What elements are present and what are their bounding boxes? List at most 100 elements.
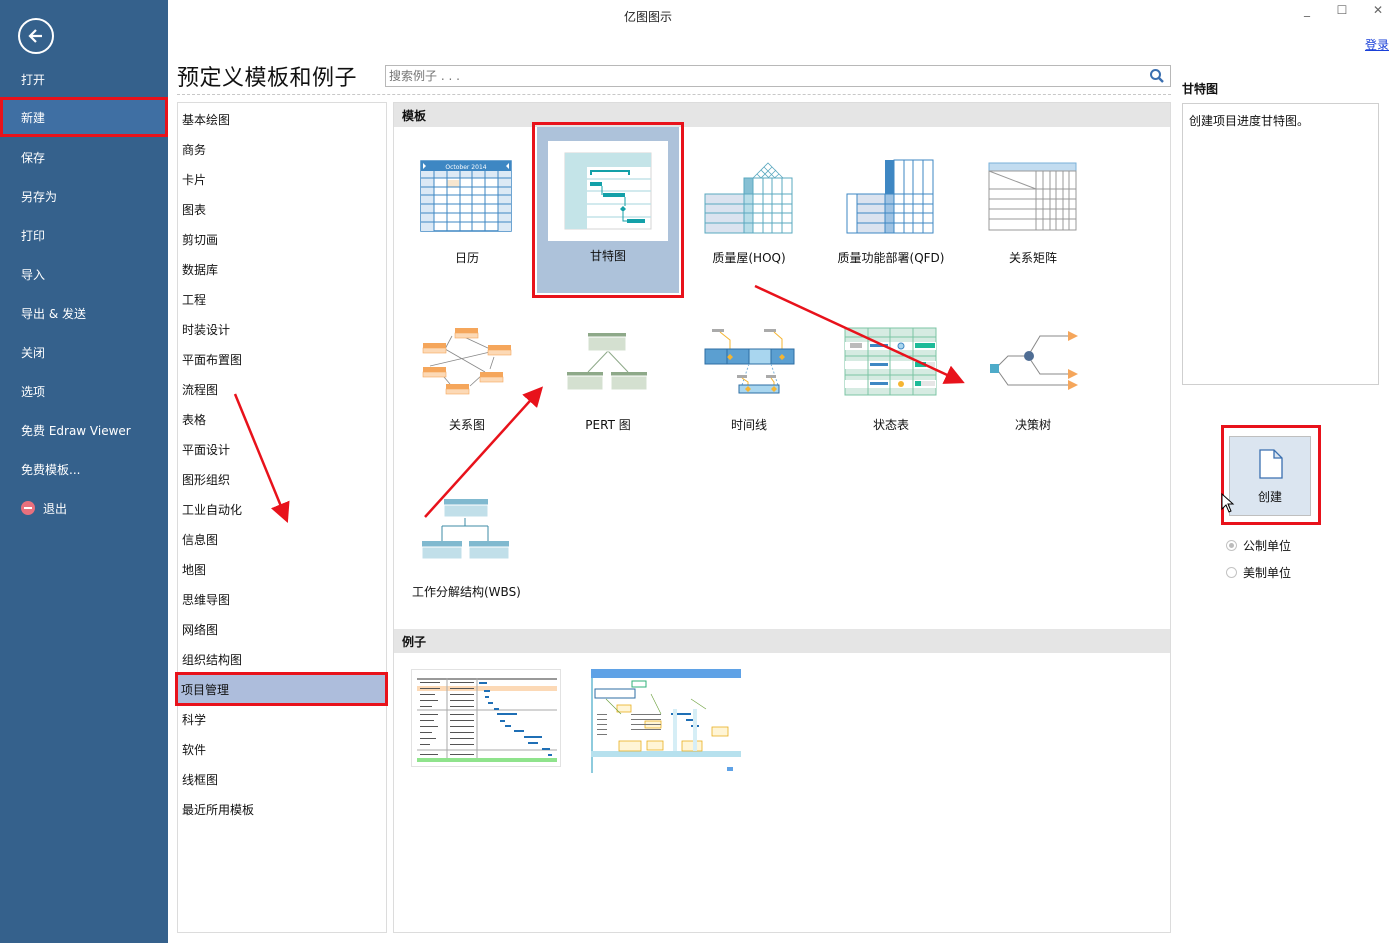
category-item[interactable]: 剪切画 [178, 224, 386, 254]
nav-item-save[interactable]: 保存 [0, 137, 168, 177]
category-item[interactable]: 软件 [178, 734, 386, 764]
template-pert[interactable]: PERT 图 [537, 294, 679, 458]
nav-item-options[interactable]: 选项 [0, 371, 168, 411]
category-list: 基本绘图商务卡片图表剪切画数据库工程时装设计平面布置图流程图表格平面设计图形组织… [175, 102, 388, 933]
login-link[interactable]: 登录 [1365, 36, 1389, 53]
category-item[interactable]: 流程图 [178, 374, 386, 404]
us-units-radio[interactable]: 美制单位 [1226, 564, 1291, 581]
category-label: 工业自动化 [182, 502, 243, 517]
category-item[interactable]: 基本绘图 [178, 104, 386, 134]
nav-item-close[interactable]: 关闭 [0, 332, 168, 372]
category-item[interactable]: 图表 [178, 194, 386, 224]
back-arrow-icon [28, 29, 42, 43]
category-item[interactable]: 图形组织 [178, 464, 386, 494]
template-label: 决策树 [1014, 418, 1051, 432]
nav-item-free-templates[interactable]: 免费模板... [0, 449, 168, 489]
category-label: 剪切画 [182, 232, 219, 247]
maximize-button[interactable]: ☐ [1332, 3, 1352, 21]
template-relation-matrix[interactable]: 关系矩阵 [962, 127, 1104, 291]
category-item[interactable]: 工程 [178, 284, 386, 314]
category-item[interactable]: 科学 [178, 704, 386, 734]
category-item[interactable]: 项目管理 [175, 672, 388, 706]
nav-item-exit[interactable]: 退出 [0, 488, 168, 528]
close-icon: ✕ [1372, 3, 1384, 17]
category-label: 工程 [182, 292, 207, 307]
nav-item-label: 关闭 [21, 345, 46, 360]
category-label: 流程图 [182, 382, 219, 397]
category-item[interactable]: 地图 [178, 554, 386, 584]
category-item[interactable]: 表格 [178, 404, 386, 434]
category-item[interactable]: 商务 [178, 134, 386, 164]
back-button[interactable] [18, 18, 54, 54]
category-label: 平面设计 [182, 442, 231, 457]
nav-item-import[interactable]: 导入 [0, 254, 168, 294]
template-relation-diagram[interactable]: 关系图 [396, 294, 538, 458]
app-window: 打开 新建 保存 另存为 打印 导入 导出 & 发送 关闭 选项 免费 Edra… [0, 0, 1396, 943]
nav-item-open[interactable]: 打开 [0, 59, 168, 99]
template-panel: 模板 October 2014 日历 甘特图 质量屋(HOQ) 质量功能部署(Q… [393, 102, 1171, 933]
template-label: 关系图 [448, 418, 485, 432]
radio-dot [1226, 567, 1237, 578]
pert-thumbnail [537, 314, 679, 414]
template-timeline[interactable]: 时间线 [678, 294, 820, 458]
close-button[interactable]: ✕ [1368, 3, 1388, 21]
template-gantt[interactable]: 甘特图 [532, 122, 684, 298]
category-item[interactable]: 平面设计 [178, 434, 386, 464]
category-item[interactable]: 平面布置图 [178, 344, 386, 374]
nav-item-free-viewer[interactable]: 免费 Edraw Viewer [0, 410, 168, 450]
create-button[interactable]: 创建 [1229, 436, 1311, 516]
category-label: 时装设计 [182, 322, 231, 337]
template-decision-tree[interactable]: 决策树 [962, 294, 1104, 458]
nav-item-label: 新建 [21, 110, 46, 125]
category-item[interactable]: 网络图 [178, 614, 386, 644]
search-icon[interactable] [1149, 68, 1165, 84]
status-table-thumbnail [820, 314, 962, 414]
category-item[interactable]: 卡片 [178, 164, 386, 194]
template-label: 甘特图 [589, 249, 626, 263]
nav-item-label: 保存 [21, 150, 46, 165]
category-item[interactable]: 数据库 [178, 254, 386, 284]
category-label: 项目管理 [181, 682, 230, 697]
metric-units-radio[interactable]: 公制单位 [1226, 537, 1291, 554]
category-label: 最近所用模板 [182, 802, 255, 817]
nav-item-label: 导出 & 发送 [21, 306, 86, 321]
header-divider [177, 94, 1171, 95]
decision-tree-thumbnail [962, 314, 1104, 414]
example-gantt[interactable] [411, 669, 561, 767]
category-label: 科学 [182, 712, 207, 727]
category-item[interactable]: 组织结构图 [178, 644, 386, 674]
nav-item-label: 免费 Edraw Viewer [21, 423, 131, 438]
template-label: 关系矩阵 [1008, 251, 1057, 265]
maximize-icon: ☐ [1336, 3, 1348, 17]
template-wbs[interactable]: 工作分解结构(WBS) [396, 461, 538, 625]
nav-item-print[interactable]: 打印 [0, 215, 168, 255]
template-qfd[interactable]: 质量功能部署(QFD) [820, 127, 962, 291]
category-item[interactable]: 信息图 [178, 524, 386, 554]
nav-item-label: 打印 [21, 228, 46, 243]
template-hoq[interactable]: 质量屋(HOQ) [678, 127, 820, 291]
category-item[interactable]: 思维导图 [178, 584, 386, 614]
nav-item-save-as[interactable]: 另存为 [0, 176, 168, 216]
category-label: 商务 [182, 142, 207, 157]
nav-item-export-send[interactable]: 导出 & 发送 [0, 293, 168, 333]
category-label: 表格 [182, 412, 207, 427]
search-input[interactable] [386, 66, 1126, 86]
template-calendar[interactable]: October 2014 日历 [396, 127, 538, 291]
minimize-icon: _ [1304, 3, 1310, 17]
category-item[interactable]: 最近所用模板 [178, 794, 386, 824]
nav-item-new[interactable]: 新建 [0, 97, 168, 137]
example-annotated-gantt[interactable] [591, 669, 741, 773]
new-document-icon [1259, 449, 1283, 479]
calendar-caption: October 2014 [445, 164, 486, 171]
category-item[interactable]: 线框图 [178, 764, 386, 794]
nav-item-label: 退出 [43, 501, 68, 516]
template-label: PERT 图 [585, 418, 631, 432]
hoq-thumbnail [678, 147, 820, 247]
template-status-table[interactable]: 状态表 [820, 294, 962, 458]
category-item[interactable]: 时装设计 [178, 314, 386, 344]
minimize-button[interactable]: _ [1297, 3, 1317, 21]
template-label: 状态表 [872, 418, 909, 432]
category-label: 软件 [182, 742, 207, 757]
category-label: 卡片 [182, 172, 207, 187]
category-item[interactable]: 工业自动化 [178, 494, 386, 524]
